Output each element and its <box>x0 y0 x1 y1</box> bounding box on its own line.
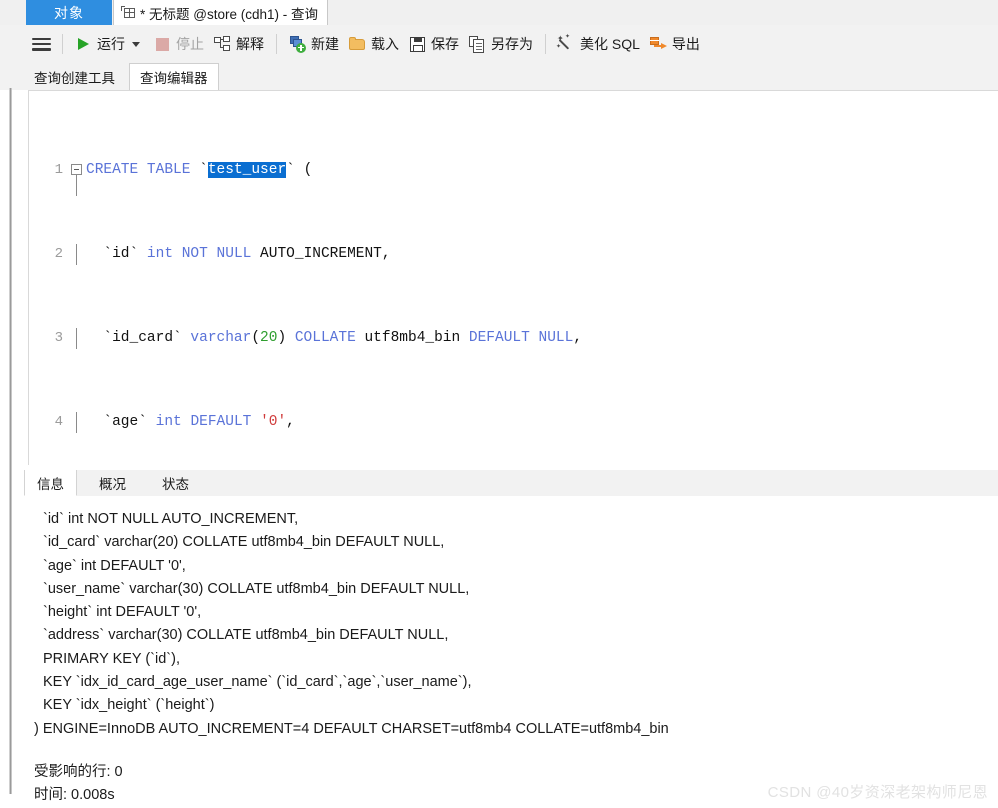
result-tabstrip: 信息 概况 状态 <box>24 470 998 497</box>
code-text: `age` int DEFAULT '0', <box>86 414 295 430</box>
save-as-button-label: 另存为 <box>491 36 533 52</box>
code-line: 3 `id_card` varchar(20) COLLATE utf8mb4_… <box>29 328 747 349</box>
watermark: CSDN @40岁资深老架构师尼恩 <box>767 784 988 801</box>
save-button[interactable]: 保存 <box>404 29 464 59</box>
result-line: `id_card` varchar(20) COLLATE utf8mb4_bi… <box>43 534 445 551</box>
export-icon <box>649 36 667 53</box>
tab-message-label: 信息 <box>37 476 64 492</box>
folder-open-icon <box>349 36 366 53</box>
result-line: `height` int DEFAULT '0', <box>43 604 202 621</box>
beautify-sql-button[interactable]: ✦ ✦ ✦ 美化 SQL <box>553 29 645 59</box>
chevron-down-icon[interactable] <box>132 41 140 47</box>
result-line: `address` varchar(30) COLLATE utf8mb4_bi… <box>43 627 449 644</box>
run-button-label: 运行 <box>97 36 125 52</box>
main-toolbar: 运行 停止 解释 新建 载入 保存 另存为 ✦ ✦ ✦ 美化 SQL 导出 <box>0 25 998 63</box>
result-message-body[interactable]: `id` int NOT NULL AUTO_INCREMENT, `id_ca… <box>24 496 998 808</box>
result-pane: 信息 概况 状态 `id` int NOT NULL AUTO_INCREMEN… <box>24 470 998 808</box>
code-text: `id` int NOT NULL AUTO_INCREMENT, <box>86 246 391 262</box>
export-button[interactable]: 导出 <box>645 29 705 59</box>
code-text: `id_card` varchar(20) COLLATE utf8mb4_bi… <box>86 330 583 346</box>
tab-objects-label: 对象 <box>54 4 84 21</box>
code-line: 1 CREATE TABLE `test_user` ( <box>29 160 747 196</box>
result-line: KEY `idx_id_card_age_user_name` (`id_car… <box>43 674 472 691</box>
load-button-label: 载入 <box>371 36 399 52</box>
code-line: 4 `age` int DEFAULT '0', <box>29 412 747 433</box>
beautify-sql-button-label: 美化 SQL <box>580 36 640 52</box>
explain-button[interactable]: 解释 <box>209 29 269 59</box>
result-line: `user_name` varchar(30) COLLATE utf8mb4_… <box>43 580 470 597</box>
query-table-icon <box>121 6 136 19</box>
tab-message[interactable]: 信息 <box>24 470 77 496</box>
new-query-button-label: 新建 <box>311 36 339 52</box>
line-number: 1 <box>54 162 63 178</box>
sql-code-area[interactable]: 1 CREATE TABLE `test_user` ( 2 `id` int … <box>29 97 747 465</box>
code-text: CREATE TABLE `test_user` ( <box>86 162 313 178</box>
pane-splitter[interactable] <box>9 88 12 794</box>
tab-status-label: 状态 <box>162 477 189 492</box>
save-as-button[interactable]: 另存为 <box>464 29 538 59</box>
line-number: 2 <box>54 246 63 262</box>
line-number: 3 <box>54 330 63 346</box>
tab-query-label: * 无标题 @store (cdh1) - 查询 <box>140 6 318 22</box>
window-tabstrip: 对象 * 无标题 @store (cdh1) - 查询 <box>0 0 998 26</box>
run-button[interactable]: 运行 <box>70 29 149 59</box>
floppy-save-icon <box>409 36 426 53</box>
result-line: KEY `idx_height` (`height`) <box>43 697 215 714</box>
tab-profile[interactable]: 概况 <box>87 470 138 496</box>
tab-profile-label: 概况 <box>99 477 126 492</box>
code-line: 2 `id` int NOT NULL AUTO_INCREMENT, <box>29 244 747 265</box>
hamburger-icon[interactable] <box>32 37 51 51</box>
tab-query[interactable]: * 无标题 @store (cdh1) - 查询 <box>113 0 328 25</box>
toolbar-divider-2 <box>276 34 277 54</box>
editor-subtabs: 查询创建工具 查询编辑器 <box>0 63 998 90</box>
result-line: `age` int DEFAULT '0', <box>43 557 186 574</box>
save-as-icon <box>469 35 486 53</box>
tab-query-editor-label: 查询编辑器 <box>140 71 208 86</box>
result-line: PRIMARY KEY (`id`), <box>43 650 180 667</box>
stop-button-label: 停止 <box>176 36 204 52</box>
toolbar-divider-3 <box>545 34 546 54</box>
new-query-icon <box>289 35 306 53</box>
export-button-label: 导出 <box>671 36 700 52</box>
magic-wand-icon: ✦ ✦ ✦ <box>556 33 571 50</box>
result-line: `id` int NOT NULL AUTO_INCREMENT, <box>43 511 299 527</box>
tab-query-builder-label: 查询创建工具 <box>34 70 115 86</box>
play-icon <box>75 36 92 53</box>
line-number: 4 <box>54 414 63 430</box>
tab-status[interactable]: 状态 <box>150 470 201 496</box>
explain-button-label: 解释 <box>236 36 264 52</box>
result-closing-line: ) ENGINE=InnoDB AUTO_INCREMENT=4 DEFAULT… <box>34 720 669 737</box>
explain-icon <box>214 35 231 53</box>
tab-query-builder[interactable]: 查询创建工具 <box>24 63 125 90</box>
new-query-button[interactable]: 新建 <box>284 29 344 59</box>
stop-icon <box>154 36 171 53</box>
save-button-label: 保存 <box>431 36 459 52</box>
stop-button: 停止 <box>149 29 209 59</box>
result-spacer <box>34 741 998 761</box>
load-button[interactable]: 载入 <box>344 29 404 59</box>
toolbar-divider <box>62 34 63 54</box>
tab-query-editor[interactable]: 查询编辑器 <box>129 63 219 90</box>
tab-objects[interactable]: 对象 <box>26 0 112 25</box>
query-editor-window: 对象 * 无标题 @store (cdh1) - 查询 运行 停止 解释 新建 … <box>0 0 998 808</box>
sql-editor[interactable]: 1 CREATE TABLE `test_user` ( 2 `id` int … <box>28 90 998 465</box>
